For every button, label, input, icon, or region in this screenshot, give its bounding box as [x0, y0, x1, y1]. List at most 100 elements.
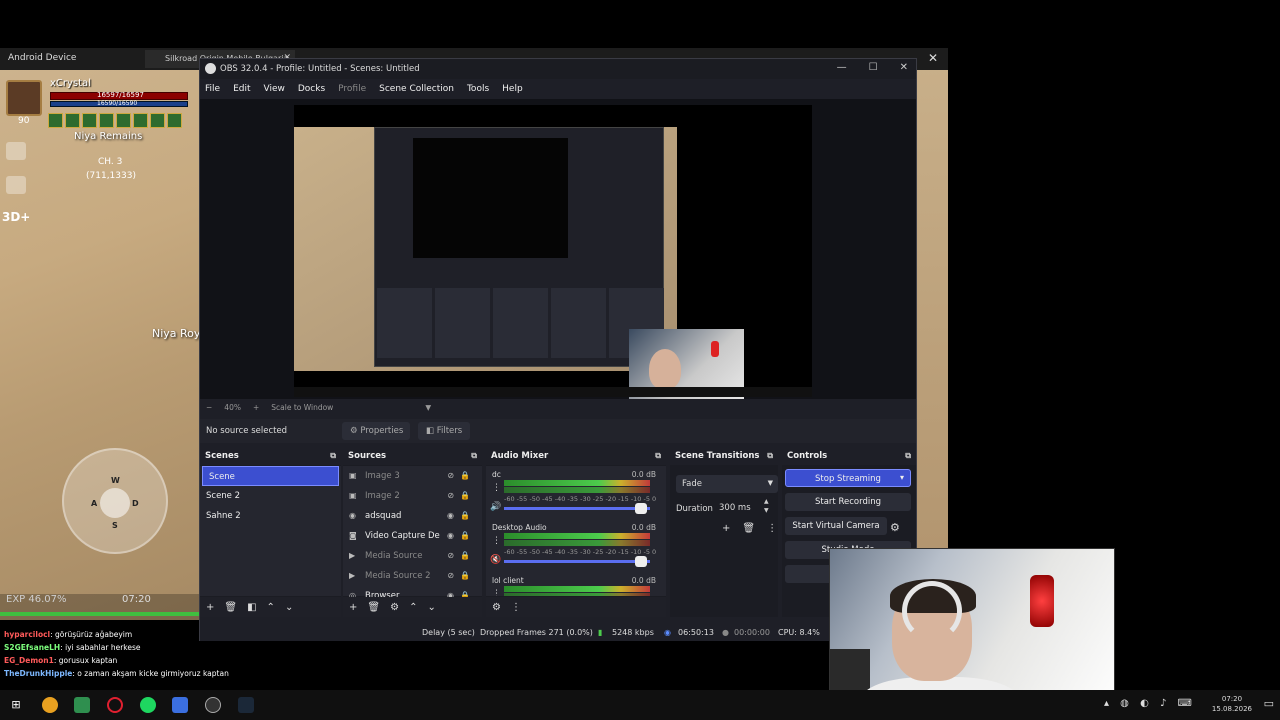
float-icon[interactable]: ⧉	[655, 451, 661, 461]
channel-name: lol client	[492, 576, 524, 585]
volume-slider-knob[interactable]	[635, 503, 647, 514]
close-icon[interactable]: ✕	[900, 62, 908, 73]
maximize-icon[interactable]: ☐	[869, 62, 878, 73]
start-virtual-camera-button[interactable]: Start Virtual Camera	[785, 517, 887, 535]
notification-icon[interactable]: ▭	[1264, 697, 1274, 710]
arrow-down-icon[interactable]: ⌄	[285, 602, 293, 617]
zoom-out-icon[interactable]: −	[206, 403, 212, 412]
float-icon[interactable]: ⧉	[330, 451, 336, 461]
source-item[interactable]: ◉ adsquad ◉🔒	[343, 506, 482, 526]
scene-item[interactable]: Scene 2	[200, 486, 341, 506]
sources-toolbar: + 🗑 ⚙ ⌃ ⌄	[343, 597, 482, 617]
system-tray[interactable]: ▴ ◍ ◐ ♪ ⌨	[1104, 698, 1196, 709]
trash-icon[interactable]: 🗑	[224, 602, 237, 617]
filters-button[interactable]: ◧ Filters	[418, 422, 470, 440]
obs-taskbar-icon[interactable]	[205, 697, 221, 713]
scene-item[interactable]: Sahne 2	[200, 506, 341, 526]
android-close-icon[interactable]: ✕	[928, 51, 938, 65]
menu-dots-icon[interactable]: ⋮	[492, 589, 501, 596]
duration-input[interactable]: 300 ms	[714, 499, 770, 517]
speaker-icon[interactable]: 🔊	[490, 502, 501, 512]
preview-canvas[interactable]	[294, 105, 812, 399]
preview-area[interactable]	[200, 99, 916, 399]
gear-icon[interactable]: ⚙	[390, 602, 399, 617]
chevron-down-icon[interactable]: ▼	[425, 403, 431, 412]
3d-toggle[interactable]: 3D+	[2, 210, 30, 224]
float-icon[interactable]: ⧉	[767, 451, 773, 461]
menu-tools[interactable]: Tools	[467, 84, 489, 94]
speaker-icon[interactable]: 🔇	[490, 555, 501, 565]
arrow-up-icon[interactable]: ⌃	[267, 602, 275, 617]
filter-icon[interactable]: ◧	[247, 602, 256, 617]
menu-dots-icon[interactable]: ⋮	[511, 602, 521, 617]
source-visibility-lock[interactable]: ⊘🔒	[447, 551, 476, 560]
source-visibility-lock[interactable]: ◉🔒	[447, 511, 476, 520]
taskbar-clock[interactable]: 07:20 15.08.2026	[1212, 694, 1252, 714]
gear-icon[interactable]: ⚙	[890, 521, 900, 534]
add-icon[interactable]: +	[349, 602, 357, 617]
trash-icon[interactable]: 🗑	[367, 602, 380, 617]
steam-icon[interactable]	[238, 697, 254, 713]
source-item[interactable]: ▶ Media Source 2 ⊘🔒	[343, 566, 482, 586]
buff-bar	[48, 113, 198, 129]
menu-profile[interactable]: Profile	[338, 84, 366, 94]
menu-file[interactable]: File	[205, 84, 220, 94]
spotify-icon[interactable]	[140, 697, 156, 713]
volume-slider[interactable]	[504, 507, 650, 510]
bluestacks-icon[interactable]	[74, 697, 90, 713]
float-icon[interactable]: ⧉	[471, 451, 477, 461]
mixer-settings-icon[interactable]: ⚙	[492, 602, 501, 617]
app-icon[interactable]	[172, 697, 188, 713]
properties-button[interactable]: ⚙ Properties	[342, 422, 410, 440]
float-icon[interactable]: ⧉	[905, 451, 911, 461]
scale-mode[interactable]: Scale to Window	[271, 403, 333, 412]
menu-help[interactable]: Help	[502, 84, 523, 94]
opera-icon[interactable]	[107, 697, 123, 713]
chat-username[interactable]: hyparcilocl	[4, 630, 50, 639]
map-icon[interactable]	[6, 142, 26, 160]
scene-item[interactable]: Scene	[202, 466, 339, 486]
transition-select[interactable]: Fade ▼	[676, 475, 778, 493]
camera-icon[interactable]	[6, 176, 26, 194]
menu-dots-icon[interactable]: ⋮	[492, 483, 501, 493]
arrow-down-icon[interactable]: ⌄	[427, 602, 435, 617]
channel-name: dc	[492, 470, 501, 479]
add-icon[interactable]: +	[206, 602, 214, 617]
player-level: 90	[18, 116, 30, 126]
menu-edit[interactable]: Edit	[233, 84, 250, 94]
menu-dots-icon[interactable]: ⋮	[767, 523, 777, 534]
menu-scene-collection[interactable]: Scene Collection	[379, 84, 454, 94]
source-visibility-lock[interactable]: ◉🔒	[447, 531, 476, 540]
source-visibility-lock[interactable]: ⊘🔒	[447, 471, 476, 480]
player-avatar[interactable]	[6, 80, 42, 116]
source-type-icon: ◉	[349, 511, 356, 520]
source-item[interactable]: ▣ Image 3 ⊘🔒	[343, 466, 482, 486]
start-recording-button[interactable]: Start Recording	[785, 493, 911, 511]
chrome-icon[interactable]	[42, 697, 58, 713]
stop-streaming-button[interactable]: Stop Streaming ▾	[785, 469, 911, 487]
windows-start-icon[interactable]: ⊞	[8, 697, 24, 713]
joystick-knob[interactable]	[100, 488, 130, 518]
obs-titlebar[interactable]: OBS 32.0.4 - Profile: Untitled - Scenes:…	[200, 59, 916, 79]
menu-docks[interactable]: Docks	[298, 84, 325, 94]
volume-slider-knob[interactable]	[635, 556, 647, 567]
menu-dots-icon[interactable]: ⋮	[492, 536, 501, 546]
meter-scale: -60 -55 -50 -45 -40 -35 -30 -25 -20 -15 …	[504, 495, 657, 503]
trash-icon[interactable]: 🗑	[742, 523, 755, 534]
source-item[interactable]: ▶ Media Source ⊘🔒	[343, 546, 482, 566]
source-visibility-lock[interactable]: ⊘🔒	[447, 571, 476, 580]
arrow-up-icon[interactable]: ⌃	[409, 602, 417, 617]
add-icon[interactable]: +	[722, 523, 730, 534]
zoom-in-icon[interactable]: +	[253, 403, 259, 412]
source-item[interactable]: ▣ Image 2 ⊘🔒	[343, 486, 482, 506]
source-visibility-lock[interactable]: ⊘🔒	[447, 491, 476, 500]
duration-stepper[interactable]: ▲ ▼	[764, 497, 769, 515]
menu-view[interactable]: View	[264, 84, 285, 94]
source-item[interactable]: ◙ Video Capture De ◉🔒	[343, 526, 482, 546]
minimize-icon[interactable]: —	[837, 62, 847, 73]
chat-username[interactable]: S2GEfsaneLH	[4, 643, 60, 652]
volume-slider[interactable]	[504, 560, 650, 563]
chat-username[interactable]: TheDrunkHipple	[4, 669, 72, 678]
chat-username[interactable]: EG_Demon1	[4, 656, 54, 665]
chevron-down-icon[interactable]: ▾	[900, 473, 904, 482]
